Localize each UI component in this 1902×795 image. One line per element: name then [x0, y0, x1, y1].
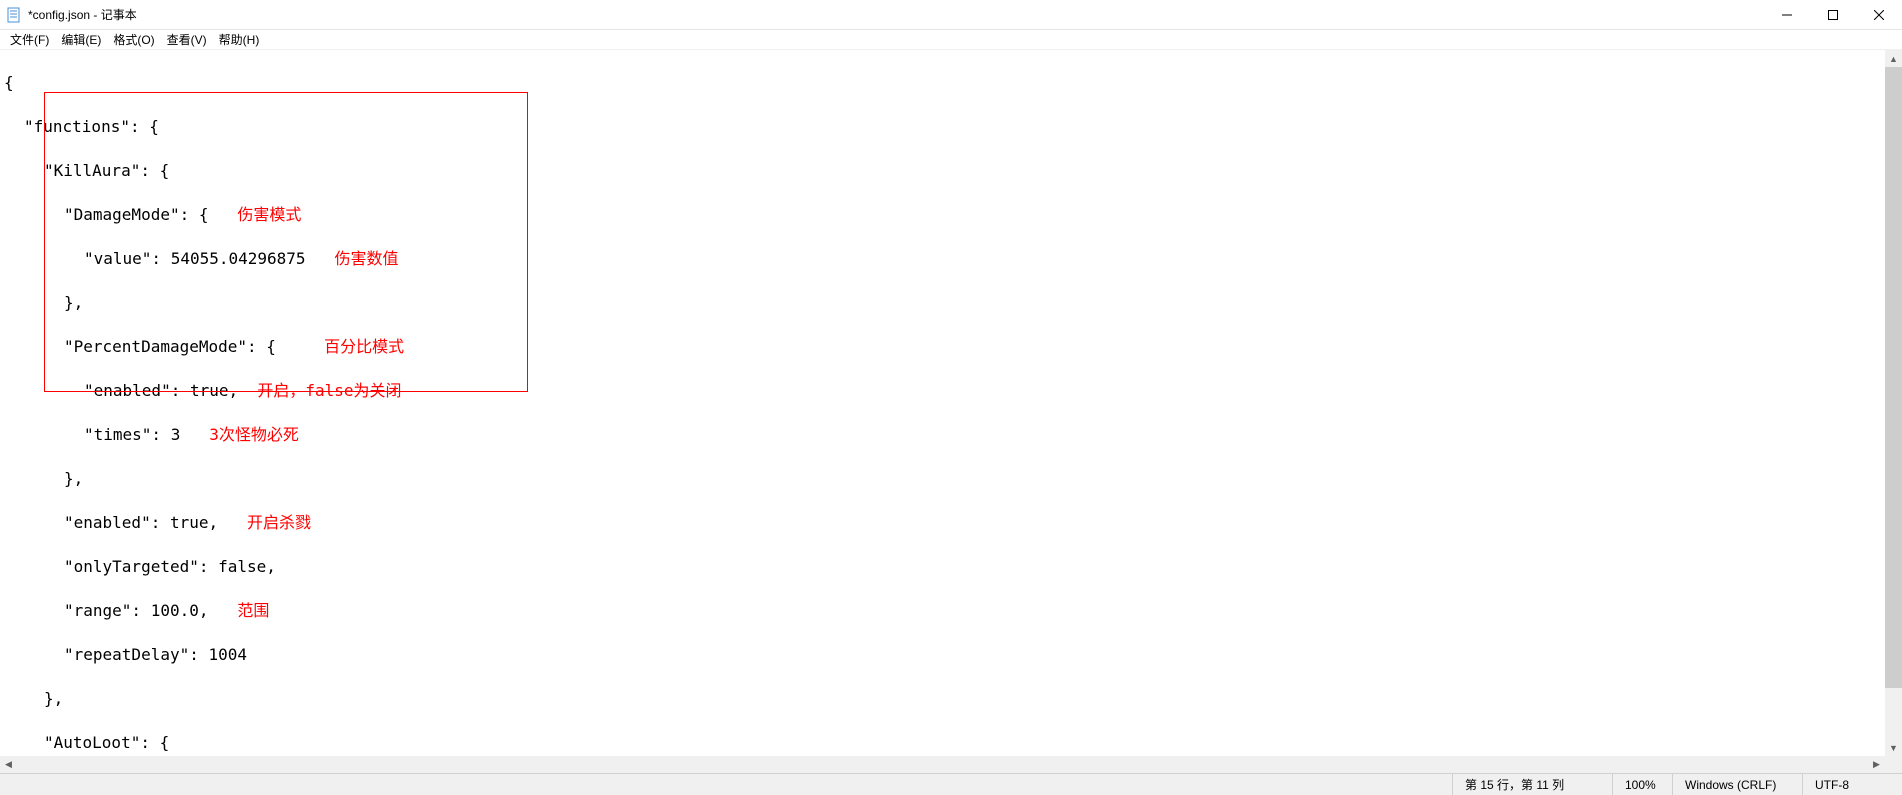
menu-edit[interactable]: 编辑(E)	[55, 30, 107, 49]
status-encoding: UTF-8	[1802, 774, 1902, 795]
code-text: "enabled": true,	[4, 512, 218, 534]
close-button[interactable]	[1856, 0, 1902, 30]
code-text: "range": 100.0,	[4, 600, 209, 622]
menu-file[interactable]: 文件(F)	[4, 30, 55, 49]
code-text: {	[4, 73, 14, 92]
scroll-down-icon[interactable]: ▼	[1885, 739, 1902, 756]
code-text: "onlyTargeted": false,	[4, 556, 276, 578]
annotation: 开启杀戮	[247, 513, 311, 532]
window-title: *config.json - 记事本	[28, 6, 137, 23]
menu-view[interactable]: 查看(V)	[161, 30, 213, 49]
maximize-button[interactable]	[1810, 0, 1856, 30]
code-text: "functions": {	[4, 116, 159, 138]
text-editor[interactable]: { "functions": { "KillAura": { "DamageMo…	[0, 50, 1885, 756]
annotation: 伤害模式	[237, 205, 301, 224]
notepad-icon	[6, 7, 22, 23]
title-bar: *config.json - 记事本	[0, 0, 1902, 30]
annotation: 开启，false为关闭	[257, 381, 401, 400]
scroll-left-icon[interactable]: ◀	[0, 756, 17, 773]
code-text: },	[4, 688, 63, 710]
code-text: "DamageMode": {	[4, 204, 209, 226]
menu-format[interactable]: 格式(O)	[107, 30, 160, 49]
scrollbar-thumb[interactable]	[1885, 67, 1902, 688]
code-text: "enabled": true,	[4, 380, 238, 402]
menu-help[interactable]: 帮助(H)	[213, 30, 266, 49]
code-text: },	[4, 292, 83, 314]
scroll-right-icon[interactable]: ▶	[1868, 756, 1885, 773]
code-text: "PercentDamageMode": {	[4, 336, 276, 358]
scroll-up-icon[interactable]: ▲	[1885, 50, 1902, 67]
annotation: 伤害数值	[334, 249, 398, 268]
status-bar: 第 15 行，第 11 列 100% Windows (CRLF) UTF-8	[0, 773, 1902, 795]
code-text: },	[4, 468, 83, 490]
menu-bar: 文件(F) 编辑(E) 格式(O) 查看(V) 帮助(H)	[0, 30, 1902, 50]
horizontal-scrollbar[interactable]: ◀ ▶	[0, 756, 1885, 773]
annotation: 范围	[237, 601, 269, 620]
code-text: "repeatDelay": 1004	[4, 644, 247, 666]
scrollbar-corner	[1885, 756, 1902, 773]
status-eol: Windows (CRLF)	[1672, 774, 1802, 795]
status-zoom: 100%	[1612, 774, 1672, 795]
code-text: "times": 3	[4, 424, 180, 446]
code-text: "KillAura": {	[4, 160, 169, 182]
minimize-button[interactable]	[1764, 0, 1810, 30]
vertical-scrollbar[interactable]: ▲ ▼	[1885, 50, 1902, 756]
code-text: "AutoLoot": {	[4, 732, 169, 754]
annotation: 百分比模式	[324, 337, 404, 356]
code-text: "value": 54055.04296875	[4, 248, 306, 270]
annotation: 3次怪物必死	[209, 425, 299, 444]
status-position: 第 15 行，第 11 列	[1452, 774, 1612, 795]
